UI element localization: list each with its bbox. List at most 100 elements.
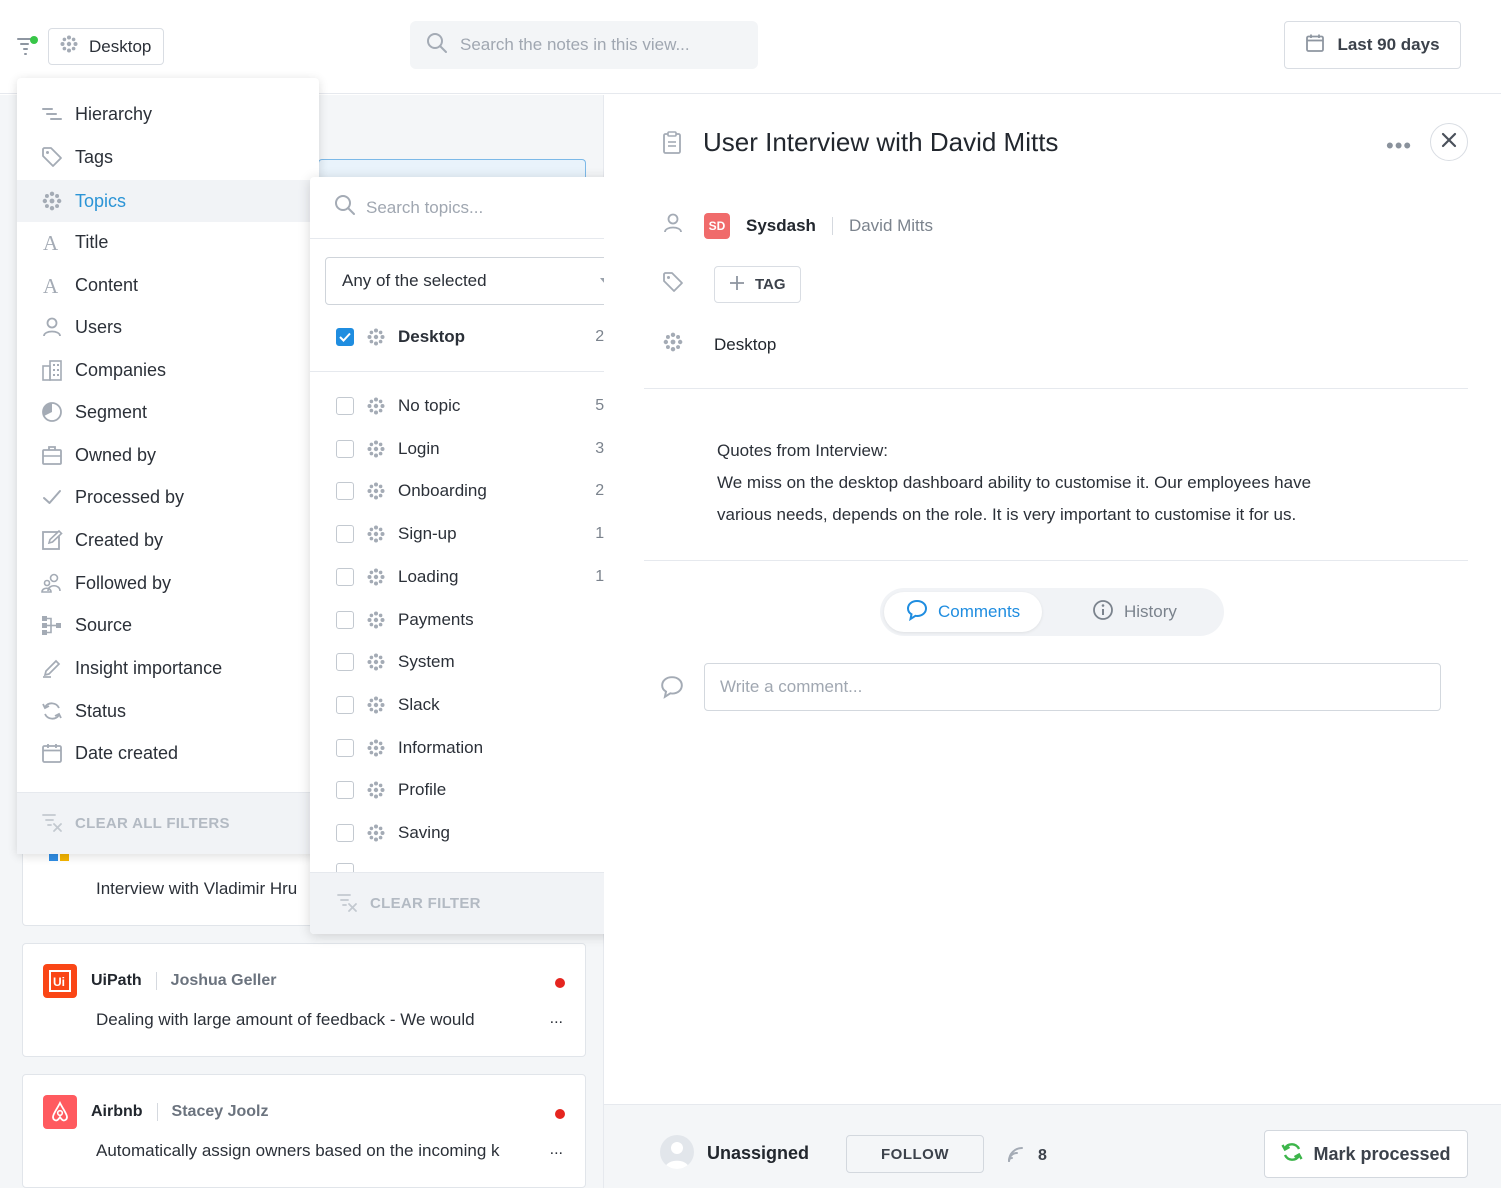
filter-item-segment[interactable]: Segment [17, 391, 319, 433]
content-icon: A [41, 274, 63, 296]
tab-label: History [1124, 602, 1177, 621]
checkbox-checked[interactable] [336, 328, 354, 346]
topic-option-system[interactable]: System76 [310, 641, 642, 683]
filter-item-title[interactable]: A Title [17, 221, 319, 263]
topic-option-saving[interactable]: Saving50 [310, 812, 642, 854]
checkbox[interactable] [336, 439, 354, 458]
list-item[interactable]: Airbnb Stacey Joolz Automatically assign… [22, 1074, 586, 1188]
topic-option-profile[interactable]: Profile53 [310, 769, 642, 811]
topic-option-desktop[interactable]: Desktop 203 [310, 316, 642, 358]
filter-item-label: Date created [75, 742, 179, 763]
topic-name: System [398, 652, 455, 672]
checkbox[interactable] [336, 653, 354, 672]
tag-icon [41, 146, 63, 168]
checkbox[interactable] [336, 525, 354, 544]
topic-name: Loading [398, 566, 459, 586]
topic-option-slack[interactable]: Slack71 [310, 684, 642, 726]
checkbox[interactable] [336, 824, 354, 842]
filter-item-topics[interactable]: Topics [17, 180, 319, 222]
filter-item-owned-by[interactable]: Owned by [17, 434, 319, 476]
filter-item-companies[interactable]: Companies [17, 349, 319, 391]
plus-icon [729, 275, 745, 295]
notes-search-input[interactable] [460, 35, 740, 55]
avatar[interactable] [660, 1135, 694, 1169]
filter-item-insight-importance[interactable]: Insight importance [17, 647, 319, 689]
match-mode-select[interactable]: Any of the selected [325, 257, 627, 305]
filter-item-label: Segment [75, 401, 148, 422]
filter-item-date-created[interactable]: Date created [17, 732, 319, 774]
mark-processed-button[interactable]: Mark processed [1264, 1130, 1468, 1178]
followers-icon [41, 572, 63, 594]
topic-name: Information [398, 737, 484, 757]
topic-icon [366, 439, 386, 459]
more-options-icon[interactable]: ••• [1386, 133, 1412, 159]
checkbox[interactable] [336, 610, 354, 629]
filter-item-processed-by[interactable]: Processed by [17, 476, 319, 518]
clear-filter-button[interactable]: CLEAR FILTER [310, 872, 642, 934]
topics-search-input[interactable] [366, 197, 626, 218]
topic-option-payments[interactable]: Payments83 [310, 599, 642, 641]
divider [644, 388, 1468, 389]
calendar-icon [1305, 33, 1325, 58]
filter-item-label: Title [75, 231, 109, 252]
insight-signal[interactable]: 8 [1006, 1143, 1047, 1168]
check-icon [41, 486, 63, 508]
match-mode-value: Any of the selected [342, 271, 487, 290]
tab-history[interactable]: History [1070, 592, 1199, 632]
note-topic[interactable]: Desktop [714, 335, 776, 355]
topic-option-no-topic[interactable]: No topic510 [310, 385, 642, 427]
topic-icon [366, 610, 386, 630]
checkbox[interactable] [336, 482, 354, 501]
follow-button[interactable]: FOLLOW [846, 1135, 984, 1173]
topic-option-onboarding[interactable]: Onboarding210 [310, 470, 642, 512]
filter-item-hierarchy[interactable]: Hierarchy [17, 93, 319, 135]
filter-item-users[interactable]: Users [17, 306, 319, 348]
clear-all-filters-button[interactable]: CLEAR ALL FILTERS [17, 792, 319, 854]
topic-option-loading[interactable]: Loading168 [310, 556, 642, 598]
note-user[interactable]: David Mitts [849, 216, 933, 236]
note-company[interactable]: Sysdash [746, 216, 816, 236]
card-snippet: Dealing with large amount of feedback - … [96, 1010, 475, 1029]
uipath-logo-icon: Ui [43, 964, 77, 998]
filter-item-source[interactable]: Source [17, 604, 319, 646]
checkbox[interactable] [336, 397, 354, 415]
card-header: Airbnb Stacey Joolz [43, 1095, 268, 1129]
hierarchy-icon [41, 103, 63, 125]
filter-item-followed-by[interactable]: Followed by [17, 562, 319, 604]
companies-icon [41, 359, 63, 381]
add-tag-button[interactable]: TAG [714, 266, 801, 303]
owner-label[interactable]: Unassigned [707, 1143, 809, 1164]
tab-comments[interactable]: Comments [884, 592, 1043, 632]
checkbox[interactable] [336, 567, 354, 586]
clear-filter-icon [41, 811, 63, 837]
checkbox[interactable] [336, 695, 354, 714]
active-topic-chip[interactable]: Desktop [48, 28, 165, 65]
topic-option-login[interactable]: Login300 [310, 428, 642, 470]
card-snippet: Interview with Vladimir Hru [96, 879, 298, 898]
topic-name: Onboarding [398, 481, 487, 501]
list-item[interactable]: Ui UiPath Joshua Geller Dealing with lar… [22, 943, 586, 1057]
filter-item-created-by[interactable]: Created by [17, 519, 319, 561]
topic-icon [366, 567, 386, 587]
checkbox[interactable] [336, 738, 354, 757]
checkbox[interactable] [336, 781, 354, 800]
card-ellipsis: ... [549, 1010, 563, 1027]
close-button[interactable] [1430, 123, 1468, 161]
topic-name: Profile [398, 780, 447, 800]
comment-input[interactable] [704, 663, 1441, 711]
filter-item-status[interactable]: Status [17, 690, 319, 732]
notes-search[interactable] [410, 21, 758, 69]
topic-icon [366, 327, 386, 347]
filter-item-label: Followed by [75, 572, 172, 593]
filter-item-tags[interactable]: Tags [17, 136, 319, 178]
card-company: UiPath [91, 972, 142, 989]
segment-icon [41, 401, 63, 423]
topics-search[interactable] [310, 177, 642, 239]
filter-item-content[interactable]: A Content [17, 264, 319, 306]
topic-option-information[interactable]: Information68 [310, 727, 642, 769]
divider [831, 216, 833, 235]
date-range-button[interactable]: Last 90 days [1284, 21, 1461, 69]
active-filter-indicator [30, 36, 38, 44]
topic-option-sign-up[interactable]: Sign-up195 [310, 513, 642, 555]
note-content[interactable]: Quotes from Interview: We miss on the de… [717, 435, 1397, 531]
